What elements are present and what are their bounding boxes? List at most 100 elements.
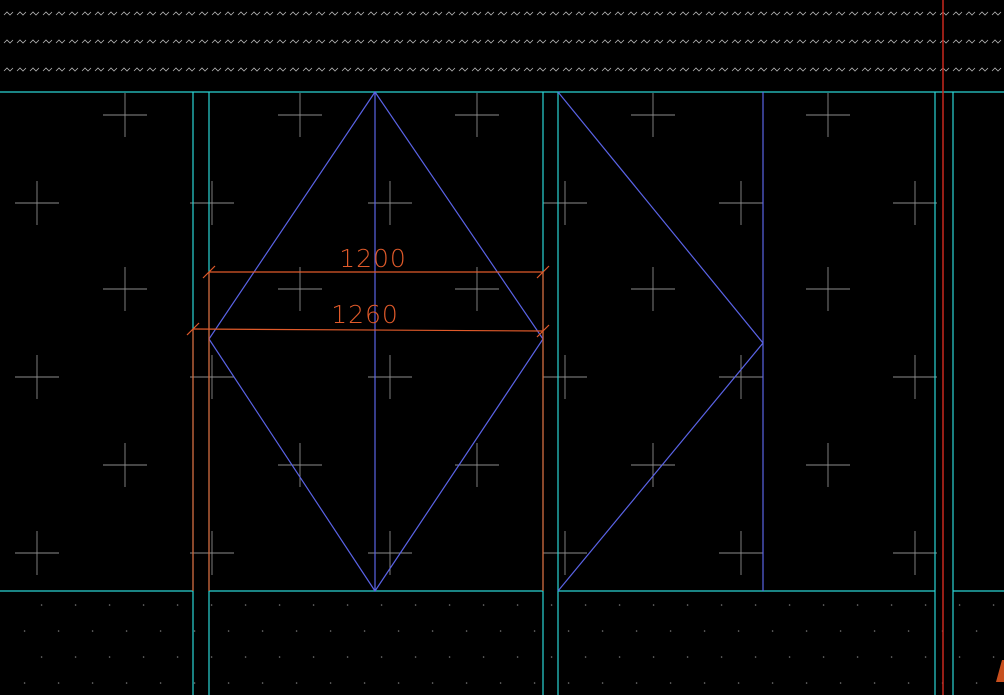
hatch-dot <box>108 656 111 658</box>
hatch-dot <box>193 630 196 632</box>
hatch-dot <box>890 604 893 606</box>
hatch-dot <box>873 682 876 684</box>
hatch-dot <box>805 682 808 684</box>
hatch-dot <box>584 604 587 606</box>
hatch-dot <box>397 682 400 684</box>
hatch-dot <box>788 604 791 606</box>
hatch-dot <box>91 630 94 632</box>
hatch-dot <box>465 630 468 632</box>
hatch-dot <box>771 630 774 632</box>
hatch-dot <box>363 682 366 684</box>
hatch-dot <box>159 630 162 632</box>
hatch-dot <box>40 604 43 606</box>
hatch-dot <box>261 630 264 632</box>
hatch-dot <box>329 630 332 632</box>
hatch-dot <box>414 656 417 658</box>
hatch-dot <box>720 604 723 606</box>
hatch-dot <box>754 604 757 606</box>
hatch-dot <box>737 630 740 632</box>
hatch-dot <box>669 682 672 684</box>
hatch-dot <box>380 656 383 658</box>
hatch-dot <box>907 630 910 632</box>
hatch-dot <box>414 604 417 606</box>
hatch-dot <box>856 656 859 658</box>
hatch-dot <box>618 656 621 658</box>
hatch-dot <box>567 630 570 632</box>
hatch-dot <box>669 630 672 632</box>
hatch-dot <box>159 682 162 684</box>
hatch-dot <box>482 656 485 658</box>
hatch-dot <box>244 604 247 606</box>
hatch-dot <box>312 656 315 658</box>
hatch-dot <box>74 656 77 658</box>
hatch-dot <box>516 604 519 606</box>
hatch-dot <box>924 656 927 658</box>
hatch-dot <box>40 656 43 658</box>
hatch-dot <box>822 604 825 606</box>
hatch-dot <box>176 656 179 658</box>
dimension-label-1200[interactable]: 1200 <box>339 244 407 273</box>
hatch-dot <box>465 682 468 684</box>
hatch-dot <box>771 682 774 684</box>
hatch-dot <box>499 630 502 632</box>
hatch-dot <box>125 682 128 684</box>
hatch-dot <box>142 656 145 658</box>
hatch-dot <box>890 656 893 658</box>
hatch-dot <box>567 682 570 684</box>
hatch-dot <box>856 604 859 606</box>
hatch-dot <box>992 656 995 658</box>
hatch-dot <box>329 682 332 684</box>
hatch-dot <box>601 630 604 632</box>
hatch-dot <box>958 656 961 658</box>
hatch-dot <box>516 656 519 658</box>
cad-drawing-canvas[interactable]: 1200 1260 <box>0 0 1004 695</box>
hatch-dot <box>57 630 60 632</box>
hatch-dot <box>227 630 230 632</box>
hatch-dot <box>482 604 485 606</box>
hatch-dot <box>873 630 876 632</box>
hatch-dot <box>23 682 26 684</box>
hatch-dot <box>108 604 111 606</box>
hatch-dot <box>295 630 298 632</box>
hatch-dot <box>533 630 536 632</box>
hatch-dot <box>397 630 400 632</box>
hatch-dot <box>686 656 689 658</box>
hatch-dot <box>584 656 587 658</box>
hatch-dot <box>703 630 706 632</box>
hatch-dot <box>431 682 434 684</box>
hatch-dot <box>176 604 179 606</box>
dimension-label-1260[interactable]: 1260 <box>331 300 399 329</box>
hatch-dot <box>210 656 213 658</box>
hatch-dot <box>210 604 213 606</box>
hatch-dot <box>992 604 995 606</box>
hatch-dot <box>635 630 638 632</box>
hatch-dot <box>244 656 247 658</box>
hatch-dot <box>448 656 451 658</box>
hatch-dot <box>278 604 281 606</box>
hatch-dot <box>737 682 740 684</box>
hatch-dot <box>278 656 281 658</box>
hatch-dot <box>57 682 60 684</box>
hatch-dot <box>635 682 638 684</box>
hatch-dot <box>550 656 553 658</box>
hatch-dot <box>261 682 264 684</box>
hatch-dot <box>822 656 825 658</box>
hatch-dot <box>686 604 689 606</box>
hatch-dot <box>975 682 978 684</box>
hatch-dot <box>91 682 94 684</box>
hatch-dot <box>975 630 978 632</box>
hatch-dot <box>380 604 383 606</box>
hatch-dot <box>142 604 145 606</box>
hatch-dot <box>533 682 536 684</box>
hatch-dot <box>958 604 961 606</box>
hatch-dot <box>346 656 349 658</box>
hatch-dot <box>601 682 604 684</box>
hatch-dot <box>346 604 349 606</box>
hatch-dot <box>431 630 434 632</box>
hatch-dot <box>448 604 451 606</box>
hatch-dot <box>618 604 621 606</box>
hatch-dot <box>550 604 553 606</box>
hatch-dot <box>23 630 26 632</box>
hatch-dot <box>295 682 298 684</box>
hatch-dot <box>652 604 655 606</box>
